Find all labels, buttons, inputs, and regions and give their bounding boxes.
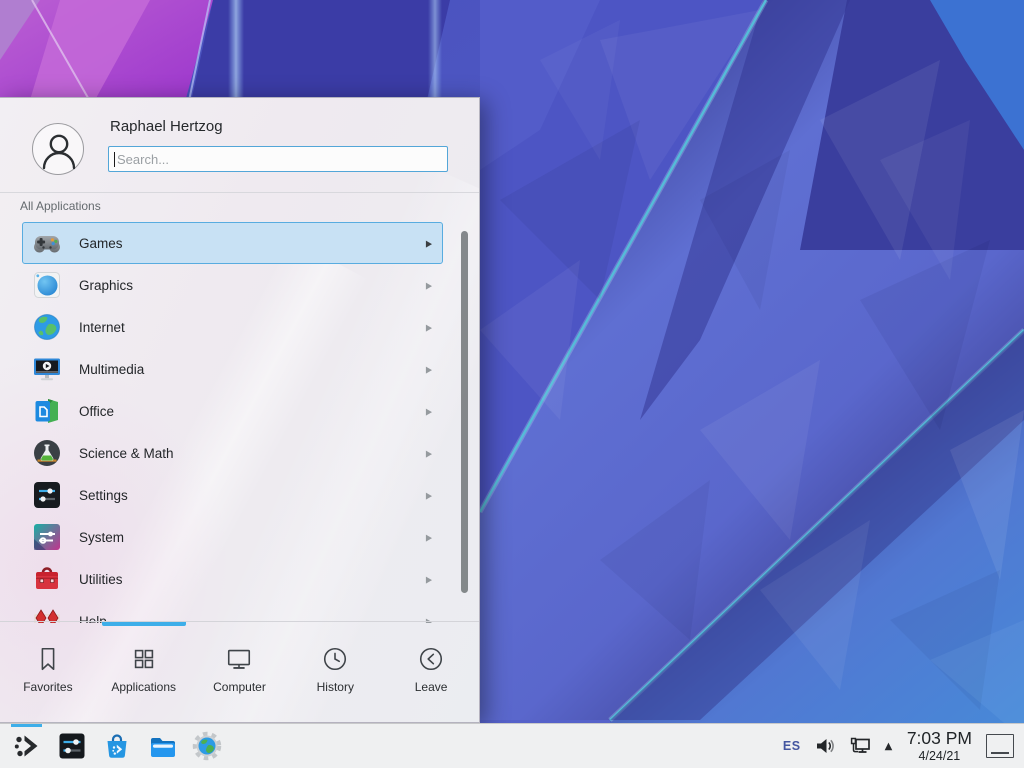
submenu-arrow-icon: ▶ (426, 532, 432, 542)
clock-icon (321, 645, 349, 673)
discover-button[interactable] (94, 724, 139, 768)
internet-icon (31, 311, 63, 343)
grid-icon (130, 645, 158, 673)
category-system[interactable]: System ▶ (22, 516, 443, 558)
office-icon (31, 395, 63, 427)
digital-clock[interactable]: 7:03 PM 4/24/21 (907, 730, 972, 762)
leave-icon (417, 645, 445, 673)
monitor-icon (225, 645, 253, 673)
application-launcher-button[interactable] (4, 724, 49, 768)
network-tray-button[interactable] (849, 735, 872, 757)
category-graphics[interactable]: Graphics ▶ (22, 264, 443, 306)
application-launcher-popup: Raphael Hertzog Search... All Applicatio… (0, 97, 480, 723)
submenu-arrow-icon: ▶ (426, 574, 432, 584)
category-label: System (79, 530, 426, 545)
user-name: Raphael Hertzog (110, 118, 223, 135)
graphics-icon (31, 269, 63, 301)
search-placeholder: Search... (117, 152, 169, 167)
category-label: Games (79, 236, 426, 251)
tab-leave[interactable]: Leave (383, 622, 479, 722)
category-label: Internet (79, 320, 426, 335)
category-office[interactable]: Office ▶ (22, 390, 443, 432)
submenu-arrow-icon: ▶ (426, 364, 432, 374)
kickoff-icon (12, 731, 42, 761)
submenu-arrow-icon: ▶ (426, 238, 432, 248)
bookmark-icon (34, 645, 62, 673)
taskbar-launchers (0, 724, 229, 768)
desktop: Raphael Hertzog Search... All Applicatio… (0, 0, 1024, 768)
clock-date: 4/24/21 (919, 750, 961, 763)
tab-label: Computer (213, 680, 266, 694)
konqueror-browser-button[interactable] (184, 724, 229, 768)
tab-label: Favorites (23, 680, 72, 694)
category-label: Settings (79, 488, 426, 503)
games-icon (31, 227, 63, 259)
keyboard-layout-indicator[interactable]: ES (783, 739, 801, 753)
category-list: Games ▶ Graphics ▶ (0, 220, 479, 623)
volume-tray-button[interactable] (814, 735, 836, 757)
globe-gear-icon (192, 731, 222, 761)
category-label: Multimedia (79, 362, 426, 377)
launcher-header: Raphael Hertzog Search... (0, 98, 479, 193)
wired-network-icon (849, 735, 872, 757)
multimedia-icon (31, 353, 63, 385)
submenu-arrow-icon: ▶ (426, 322, 432, 332)
submenu-arrow-icon: ▶ (426, 406, 432, 416)
user-avatar[interactable] (32, 123, 84, 175)
category-science-math[interactable]: Science & Math ▶ (22, 432, 443, 474)
category-settings[interactable]: Settings ▶ (22, 474, 443, 516)
folder-icon (147, 731, 177, 761)
category-utilities[interactable]: Utilities ▶ (22, 558, 443, 600)
utilities-icon (31, 563, 63, 595)
tab-history[interactable]: History (287, 622, 383, 722)
text-cursor (114, 152, 115, 167)
settings-icon (31, 479, 63, 511)
search-input[interactable]: Search... (108, 146, 448, 172)
active-launcher-indicator (11, 724, 42, 727)
science-icon (31, 437, 63, 469)
category-label: Utilities (79, 572, 426, 587)
active-tab-indicator (102, 622, 186, 626)
clock-time: 7:03 PM (907, 730, 972, 748)
scrollbar[interactable] (461, 231, 468, 593)
category-label: Office (79, 404, 426, 419)
system-settings-icon (57, 731, 87, 761)
show-desktop-button[interactable] (986, 734, 1014, 758)
tab-label: Applications (111, 680, 176, 694)
category-label: Graphics (79, 278, 426, 293)
submenu-arrow-icon: ▶ (426, 280, 432, 290)
user-icon (33, 124, 85, 176)
tab-favorites[interactable]: Favorites (0, 622, 96, 722)
tab-label: Leave (415, 680, 448, 694)
discover-icon (102, 731, 132, 761)
category-label: Science & Math (79, 446, 426, 461)
tab-applications[interactable]: Applications (96, 622, 192, 722)
dolphin-file-manager-button[interactable] (139, 724, 184, 768)
launcher-footer-tabs: Favorites Applications Compute (0, 621, 479, 722)
system-settings-button[interactable] (49, 724, 94, 768)
category-help[interactable]: Help ▶ (22, 600, 443, 623)
category-games[interactable]: Games ▶ (22, 222, 443, 264)
taskbar-panel: ES ▲ 7:03 PM 4/24/2 (0, 723, 1024, 768)
submenu-arrow-icon: ▶ (426, 448, 432, 458)
tab-label: History (317, 680, 354, 694)
tray-expander-button[interactable]: ▲ (885, 741, 893, 752)
system-icon (31, 521, 63, 553)
category-multimedia[interactable]: Multimedia ▶ (22, 348, 443, 390)
volume-icon (814, 735, 836, 757)
section-label: All Applications (20, 199, 101, 213)
category-internet[interactable]: Internet ▶ (22, 306, 443, 348)
tab-computer[interactable]: Computer (192, 622, 288, 722)
system-tray: ES ▲ 7:03 PM 4/24/2 (776, 724, 1024, 768)
submenu-arrow-icon: ▶ (426, 490, 432, 500)
